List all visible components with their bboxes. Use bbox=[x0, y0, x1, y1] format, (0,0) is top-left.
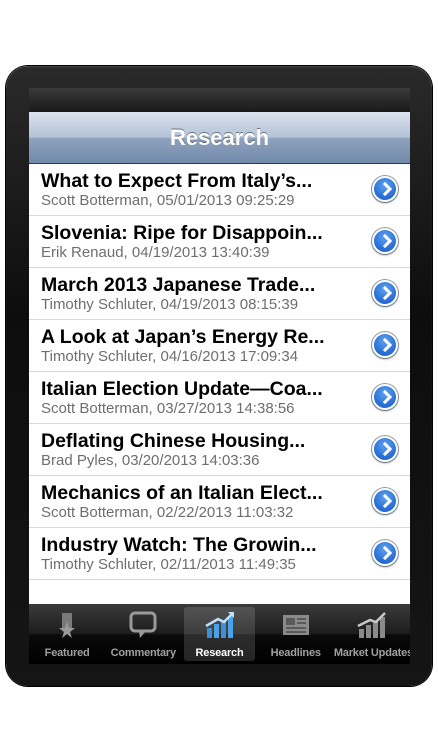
list-item[interactable]: Slovenia: Ripe for Disappoin... Erik Ren… bbox=[29, 216, 410, 268]
disclosure-arrow-icon[interactable] bbox=[372, 176, 398, 202]
article-title: March 2013 Japanese Trade... bbox=[41, 274, 316, 296]
tab-label: Featured bbox=[44, 647, 90, 659]
article-title: Mechanics of an Italian Elect... bbox=[41, 482, 323, 504]
status-bar bbox=[29, 88, 410, 112]
list-item[interactable]: A Look at Japan’s Energy Re... Timothy S… bbox=[29, 320, 410, 372]
bar-chart-icon bbox=[204, 612, 234, 638]
article-byline: Erik Renaud, 04/19/2013 13:40:39 bbox=[41, 244, 270, 261]
list-item[interactable]: Deflating Chinese Housing... Brad Pyles,… bbox=[29, 424, 410, 476]
article-title: Industry Watch: The Growin... bbox=[41, 534, 317, 556]
tab-label: Research bbox=[195, 647, 244, 659]
tab-label: Commentary bbox=[110, 647, 176, 659]
disclosure-arrow-icon[interactable] bbox=[372, 384, 398, 410]
article-byline: Scott Botterman, 05/01/2013 09:25:29 bbox=[41, 192, 295, 209]
tab-bar: Featured Commentary Research Headlines M… bbox=[29, 604, 410, 664]
disclosure-arrow-icon[interactable] bbox=[372, 540, 398, 566]
disclosure-arrow-icon[interactable] bbox=[372, 280, 398, 306]
article-byline: Scott Botterman, 03/27/2013 14:38:56 bbox=[41, 400, 295, 417]
list-item[interactable]: What to Expect From Italy’s... Scott Bot… bbox=[29, 164, 410, 216]
newspaper-icon bbox=[282, 615, 309, 635]
list-item[interactable]: March 2013 Japanese Trade... Timothy Sch… bbox=[29, 268, 410, 320]
list-item[interactable]: Mechanics of an Italian Elect... Scott B… bbox=[29, 476, 410, 528]
app-screen: Research What to Expect From Italy’s... … bbox=[29, 88, 410, 664]
article-title: Deflating Chinese Housing... bbox=[41, 430, 306, 452]
article-byline: Timothy Schluter, 04/19/2013 08:15:39 bbox=[41, 296, 299, 313]
article-byline: Scott Botterman, 02/22/2013 11:03:32 bbox=[41, 504, 294, 521]
article-byline: Brad Pyles, 03/20/2013 14:03:36 bbox=[41, 452, 260, 469]
article-list[interactable]: What to Expect From Italy’s... Scott Bot… bbox=[29, 164, 410, 604]
navigation-bar: Research bbox=[29, 112, 410, 164]
list-item[interactable]: Industry Watch: The Growin... Timothy Sc… bbox=[29, 528, 410, 580]
disclosure-arrow-icon[interactable] bbox=[372, 436, 398, 462]
tab-label: Market Updates bbox=[333, 647, 410, 659]
star-icon bbox=[59, 613, 76, 638]
tab-headlines[interactable]: Headlines bbox=[258, 604, 334, 664]
tab-market-updates[interactable]: Market Updates bbox=[334, 604, 410, 664]
article-title: Italian Election Update—Coa... bbox=[41, 378, 323, 400]
list-item[interactable]: Italian Election Update—Coa... Scott Bot… bbox=[29, 372, 410, 424]
speech-bubble-icon bbox=[129, 611, 157, 638]
tab-commentary[interactable]: Commentary bbox=[105, 604, 181, 664]
tab-label: Headlines bbox=[270, 647, 321, 659]
article-byline: Timothy Schluter, 04/16/2013 17:09:34 bbox=[41, 348, 299, 365]
page-title: Research bbox=[169, 125, 270, 150]
disclosure-arrow-icon[interactable] bbox=[372, 332, 398, 358]
disclosure-arrow-icon[interactable] bbox=[372, 228, 398, 254]
article-title: A Look at Japan’s Energy Re... bbox=[41, 326, 325, 348]
article-title: Slovenia: Ripe for Disappoin... bbox=[41, 222, 323, 244]
trend-chart-icon bbox=[357, 612, 386, 638]
tab-featured[interactable]: Featured bbox=[29, 604, 105, 664]
article-byline: Timothy Schluter, 02/11/2013 11:49:35 bbox=[41, 556, 296, 573]
disclosure-arrow-icon[interactable] bbox=[372, 488, 398, 514]
article-title: What to Expect From Italy’s... bbox=[41, 170, 313, 192]
tab-research[interactable]: Research bbox=[181, 604, 257, 664]
